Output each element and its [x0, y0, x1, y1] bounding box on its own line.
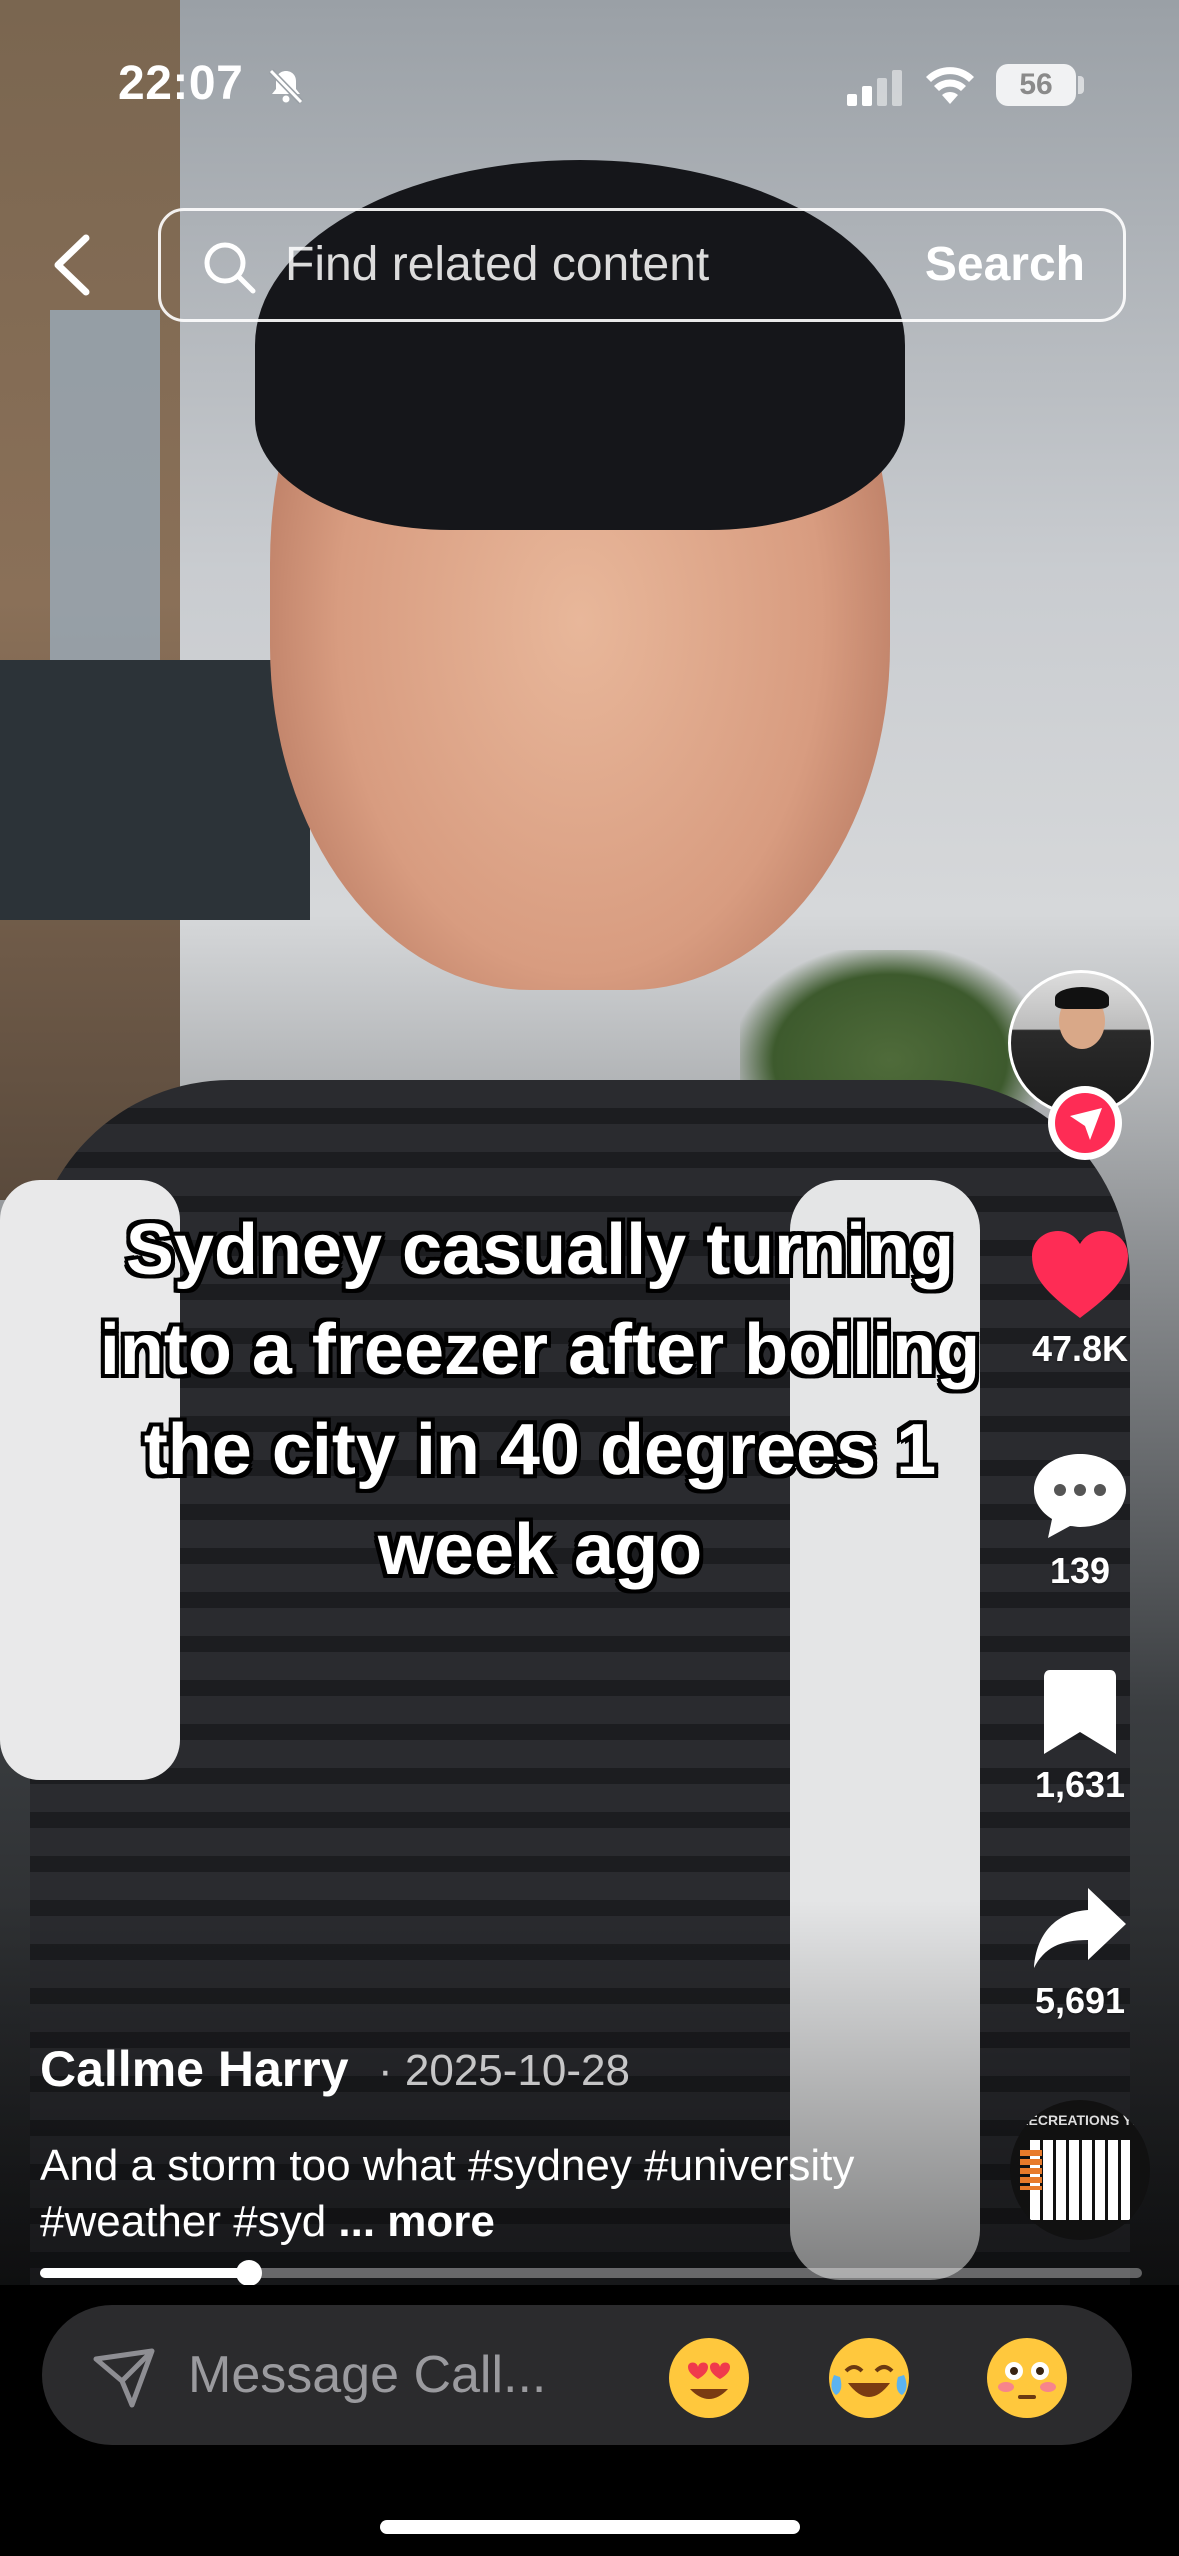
avatar-hair: [1055, 987, 1109, 1009]
signal-icon: [847, 70, 902, 106]
share-count: 5,691: [1034, 1980, 1126, 2021]
comment-icon: [1034, 1454, 1126, 1538]
post-description[interactable]: And a storm too what #sydney #university…: [40, 2138, 980, 2250]
flushed-emoji[interactable]: [984, 2335, 1070, 2421]
progress-fill: [40, 2268, 250, 2278]
search-bar[interactable]: Find related content Search: [158, 208, 1126, 322]
back-icon[interactable]: [44, 230, 104, 300]
equalizer-icon: [1020, 2150, 1042, 2190]
music-disc[interactable]: RECREATIONS YE: [1010, 2100, 1150, 2240]
background-awning: [0, 660, 310, 920]
video-player[interactable]: [0, 0, 1179, 2285]
send-icon: [1055, 1093, 1115, 1153]
battery-tip: [1078, 76, 1084, 94]
save-count: 1,631: [1034, 1764, 1126, 1805]
video-caption: Sydney casually turning into a freezer a…: [99, 1210, 981, 1590]
tears-of-joy-emoji[interactable]: [826, 2335, 912, 2421]
like-count: 47.8K: [1031, 1328, 1129, 1369]
share-button[interactable]: 5,691: [1020, 1884, 1140, 2022]
bookmark-icon: [1044, 1670, 1116, 1754]
like-button[interactable]: 47.8K: [1020, 1228, 1140, 1370]
author-name[interactable]: Callme Harry: [40, 2040, 349, 2098]
comment-count: 139: [1049, 1550, 1111, 1591]
message-input[interactable]: Message Call...: [188, 2343, 546, 2407]
disc-label: RECREATIONS YE: [1018, 2112, 1142, 2128]
follow-button[interactable]: [1048, 1086, 1122, 1160]
heart-eyes-emoji[interactable]: [666, 2335, 752, 2421]
battery-level: 56: [996, 64, 1076, 106]
more-link[interactable]: ... more: [338, 2197, 495, 2246]
paper-plane-icon: [93, 2348, 155, 2408]
search-icon: [204, 242, 256, 294]
heart-icon: [1032, 1231, 1128, 1318]
comment-button[interactable]: 139: [1020, 1450, 1140, 1592]
wifi-icon: [926, 67, 974, 104]
video-progress-bar[interactable]: [40, 2260, 1142, 2286]
search-button[interactable]: Search: [925, 233, 1085, 297]
share-arrow-icon: [1034, 1888, 1126, 1968]
message-field[interactable]: Message Call...: [42, 2305, 1132, 2445]
save-button[interactable]: 1,631: [1020, 1668, 1140, 1806]
piano-keys-icon: [1030, 2140, 1130, 2220]
home-indicator: [380, 2520, 800, 2534]
search-input[interactable]: Find related content: [285, 233, 709, 297]
bell-off-icon: [268, 68, 304, 105]
post-date: · 2025-10-28: [378, 2046, 630, 2095]
background-window: [50, 310, 160, 710]
status-time: 22:07: [118, 57, 244, 110]
bottom-bar: Message Call...: [0, 2285, 1179, 2556]
